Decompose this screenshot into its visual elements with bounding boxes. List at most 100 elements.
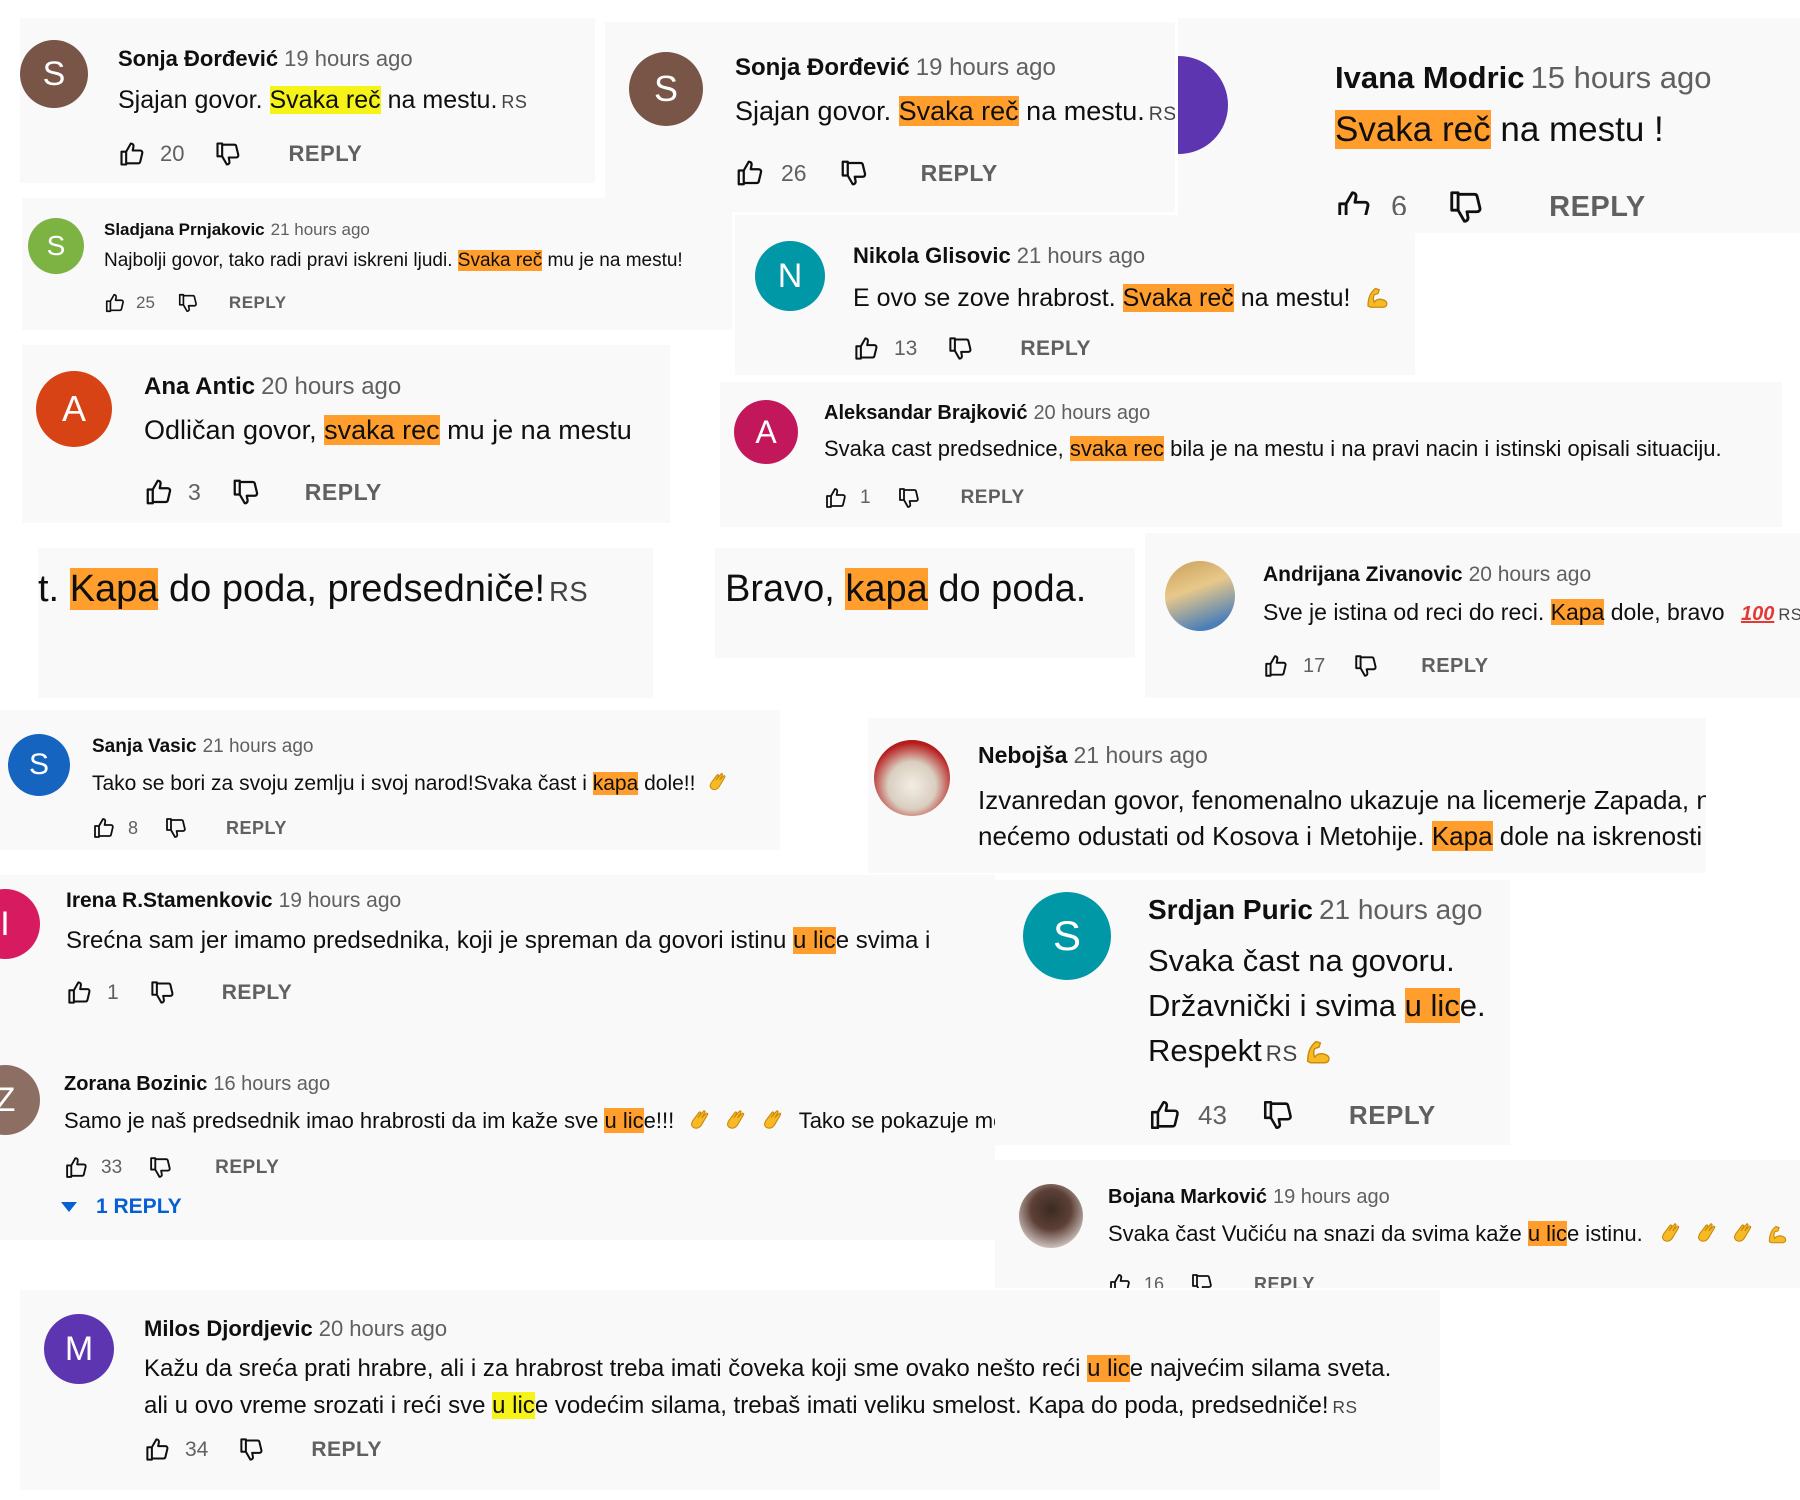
thumb-down-icon[interactable] xyxy=(1261,1098,1295,1132)
avatar[interactable] xyxy=(1019,1184,1083,1248)
comment-actions: 3 REPLY xyxy=(144,477,382,507)
comment-actions: 20 REPLY xyxy=(118,140,362,168)
comment-author[interactable]: Aleksandar Brajković xyxy=(824,402,1027,424)
comment-time[interactable]: 20 hours ago xyxy=(1033,402,1150,424)
reply-button[interactable]: REPLY xyxy=(226,818,287,839)
avatar[interactable]: A xyxy=(36,371,112,447)
reply-button[interactable]: REPLY xyxy=(229,293,287,313)
avatar[interactable] xyxy=(1165,561,1235,631)
hundred-points-emoji: 100 xyxy=(1740,603,1775,625)
comment-author[interactable]: Milos Djordjevic xyxy=(144,1316,313,1341)
thumb-up-icon[interactable] xyxy=(64,1155,89,1180)
comment-time[interactable]: 19 hours ago xyxy=(1273,1186,1390,1208)
comment-time[interactable]: 16 hours ago xyxy=(213,1073,330,1095)
thumb-up-icon[interactable] xyxy=(1148,1098,1182,1132)
comment-actions: 13 REPLY xyxy=(853,335,1091,362)
comment-card: Nebojša 21 hours ago Izvanredan govor, fe… xyxy=(868,718,1706,873)
comment-author[interactable]: Sonja Đorđević xyxy=(735,54,910,81)
avatar[interactable]: A xyxy=(734,400,798,464)
comment-text: Izvanredan govor, fenomenalno ukazuje na… xyxy=(978,785,1706,851)
avatar[interactable]: S xyxy=(28,218,84,274)
avatar[interactable]: N xyxy=(755,241,825,311)
comment-author[interactable]: Nikola Glisovic xyxy=(853,243,1011,268)
comment-time[interactable]: 21 hours ago xyxy=(1073,742,1207,768)
thumb-down-icon[interactable] xyxy=(1190,1272,1214,1288)
reply-button[interactable]: REPLY xyxy=(961,487,1025,509)
thumb-up-icon[interactable] xyxy=(92,816,116,840)
reply-button[interactable]: REPLY xyxy=(1254,1274,1315,1289)
comment-author[interactable]: Sonja Đorđević xyxy=(118,46,278,71)
reply-button[interactable]: REPLY xyxy=(215,1157,279,1179)
avatar[interactable]: S xyxy=(20,40,88,108)
comment-time[interactable]: 21 hours ago xyxy=(203,736,314,757)
thumb-down-icon[interactable] xyxy=(149,979,176,1006)
comment-time[interactable]: 20 hours ago xyxy=(319,1316,447,1341)
reply-button[interactable]: REPLY xyxy=(921,160,998,187)
thumb-down-icon[interactable] xyxy=(214,140,242,168)
thumb-up-icon[interactable] xyxy=(1263,653,1289,679)
thumb-up-icon[interactable] xyxy=(104,292,126,314)
reply-button[interactable]: REPLY xyxy=(305,479,382,506)
comment-author[interactable]: Ana Antic xyxy=(144,373,255,400)
thumb-down-icon[interactable] xyxy=(897,486,921,510)
comment-time[interactable]: 20 hours ago xyxy=(1469,563,1592,586)
thumb-down-icon[interactable] xyxy=(164,816,188,840)
avatar[interactable]: S xyxy=(629,52,703,126)
comment-author[interactable]: Irena R.Stamenkovic xyxy=(66,889,273,912)
thumb-down-icon[interactable] xyxy=(177,292,199,314)
comment-author[interactable]: Sanja Vasic xyxy=(92,736,197,757)
comment-author[interactable]: Nebojša xyxy=(978,742,1067,768)
thumb-up-icon[interactable] xyxy=(853,335,880,362)
reply-button[interactable]: REPLY xyxy=(288,141,362,167)
comment-actions: 25 REPLY xyxy=(104,292,287,314)
avatar[interactable]: Z xyxy=(0,1065,40,1135)
avatar[interactable]: M xyxy=(44,1314,114,1384)
avatar[interactable] xyxy=(874,740,950,816)
comment-text: Kažu da sreća prati hrabre, ali i za hra… xyxy=(144,1355,1392,1419)
view-replies-button[interactable]: 1 REPLY xyxy=(60,1195,182,1219)
reply-button[interactable]: REPLY xyxy=(1421,655,1488,678)
reply-button[interactable]: REPLY xyxy=(1349,1100,1436,1131)
reply-button[interactable]: REPLY xyxy=(1549,191,1646,224)
thumb-up-icon[interactable] xyxy=(1108,1272,1132,1288)
avatar[interactable]: I xyxy=(0,889,40,959)
comment-time[interactable]: 19 hours ago xyxy=(279,889,402,912)
thumb-up-icon[interactable] xyxy=(144,1436,171,1463)
reply-button[interactable]: REPLY xyxy=(1020,337,1091,361)
comment-time[interactable]: 21 hours ago xyxy=(1319,894,1482,925)
comment-author[interactable]: Srdjan Puric xyxy=(1148,894,1313,925)
reply-button[interactable]: REPLY xyxy=(311,1438,382,1462)
comment-time[interactable]: 21 hours ago xyxy=(1017,243,1145,268)
comment-text: t. Kapa do poda, predsedniče! RS xyxy=(38,568,589,610)
comment-time[interactable]: 19 hours ago xyxy=(284,46,412,71)
thumb-down-icon[interactable] xyxy=(148,1155,173,1180)
comment-time[interactable]: 19 hours ago xyxy=(916,54,1056,81)
thumb-down-icon[interactable] xyxy=(1447,188,1485,226)
avatar[interactable]: S xyxy=(1023,892,1111,980)
comment-author[interactable]: Sladjana Prnjakovic xyxy=(104,220,265,239)
comment-author[interactable]: Ivana Modric xyxy=(1335,60,1525,95)
thumb-down-icon[interactable] xyxy=(839,158,869,188)
comment-text: Svaka cast predsednice, svaka rec bila j… xyxy=(824,436,1722,461)
comment-author[interactable]: Bojana Marković xyxy=(1108,1186,1267,1208)
avatar[interactable] xyxy=(1178,56,1228,154)
avatar[interactable]: S xyxy=(8,734,70,796)
comment-card: Andrijana Zivanovic 20 hours ago Sve je i… xyxy=(1145,533,1800,698)
thumb-down-icon[interactable] xyxy=(947,335,974,362)
comment-time[interactable]: 15 hours ago xyxy=(1531,60,1712,95)
comment-card: N Nikola Glisovic 21 hours ago E ovo se z… xyxy=(735,215,1415,375)
thumb-up-icon[interactable] xyxy=(144,477,174,507)
comment-author[interactable]: Andrijana Zivanovic xyxy=(1263,563,1463,586)
thumb-up-icon[interactable] xyxy=(66,979,93,1006)
reply-button[interactable]: REPLY xyxy=(222,981,293,1005)
thumb-up-icon[interactable] xyxy=(118,140,146,168)
comment-time[interactable]: 21 hours ago xyxy=(271,220,370,239)
thumb-up-icon[interactable] xyxy=(824,486,848,510)
thumb-up-icon[interactable] xyxy=(735,158,765,188)
thumb-down-icon[interactable] xyxy=(238,1436,265,1463)
thumb-down-icon[interactable] xyxy=(231,477,261,507)
comment-time[interactable]: 20 hours ago xyxy=(261,373,401,400)
comment-author[interactable]: Zorana Bozinic xyxy=(64,1073,207,1095)
thumb-down-icon[interactable] xyxy=(1353,653,1379,679)
like-count: 8 xyxy=(128,817,139,838)
